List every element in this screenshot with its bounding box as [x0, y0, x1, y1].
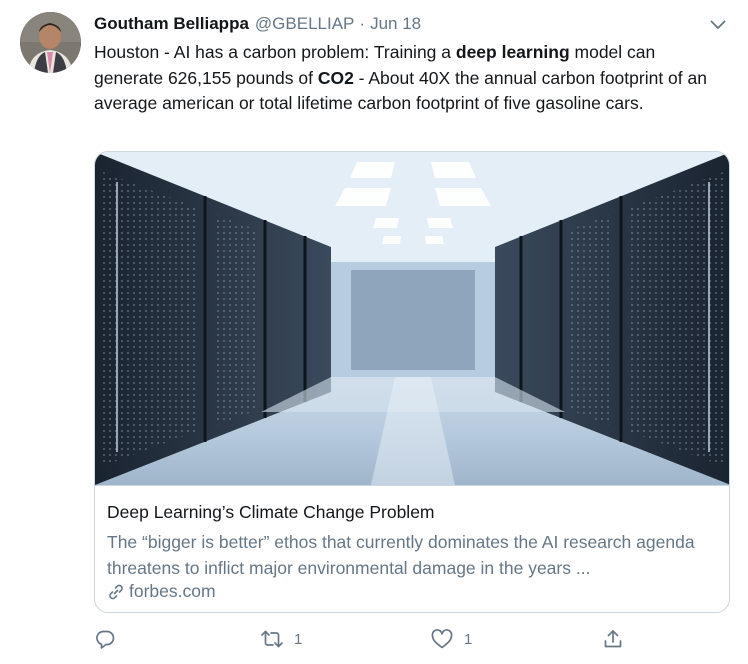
like-button[interactable]: 1 [430, 624, 472, 654]
reply-icon [94, 628, 116, 650]
tweet-text-bold: deep learning [455, 42, 570, 62]
author-name[interactable]: Goutham Belliappa [94, 14, 249, 34]
tweet-actions: 1 1 [94, 624, 634, 654]
tweet-text-bold: CO2 [317, 67, 354, 88]
retweet-count: 1 [294, 630, 303, 648]
retweet-icon [260, 628, 284, 650]
reply-button[interactable] [94, 624, 126, 654]
link-icon [107, 583, 125, 601]
card-domain-text: forbes.com [129, 581, 216, 601]
card-body[interactable]: Deep Learning’s Climate Change Problem T… [95, 485, 729, 612]
heart-icon [430, 628, 454, 650]
like-count: 1 [464, 630, 473, 648]
author-handle[interactable]: @GBELLIAP [255, 14, 354, 34]
avatar[interactable] [20, 12, 81, 73]
link-card[interactable]: Deep Learning’s Climate Change Problem T… [94, 151, 730, 613]
tweet-text: Houston - AI has a carbon problem: Train… [94, 40, 724, 117]
card-domain[interactable]: forbes.com [107, 581, 216, 602]
separator-dot: · [359, 14, 366, 33]
tweet-header: Goutham Belliappa @GBELLIAP · Jun 18 [94, 14, 421, 36]
chevron-down-icon[interactable] [706, 14, 730, 36]
tweet[interactable]: Goutham Belliappa @GBELLIAP · Jun 18 Hou… [0, 0, 748, 664]
share-icon [602, 628, 624, 650]
card-image-server-room[interactable] [95, 152, 729, 485]
share-button[interactable] [602, 624, 624, 654]
tweet-text-part: Houston - AI has a carbon problem: Train… [94, 42, 456, 62]
card-description: The “bigger is better” ethos that curren… [107, 532, 695, 578]
tweet-date[interactable]: Jun 18 [370, 14, 421, 34]
card-title[interactable]: Deep Learning’s Climate Change Problem [107, 502, 435, 523]
retweet-button[interactable]: 1 [260, 624, 302, 654]
